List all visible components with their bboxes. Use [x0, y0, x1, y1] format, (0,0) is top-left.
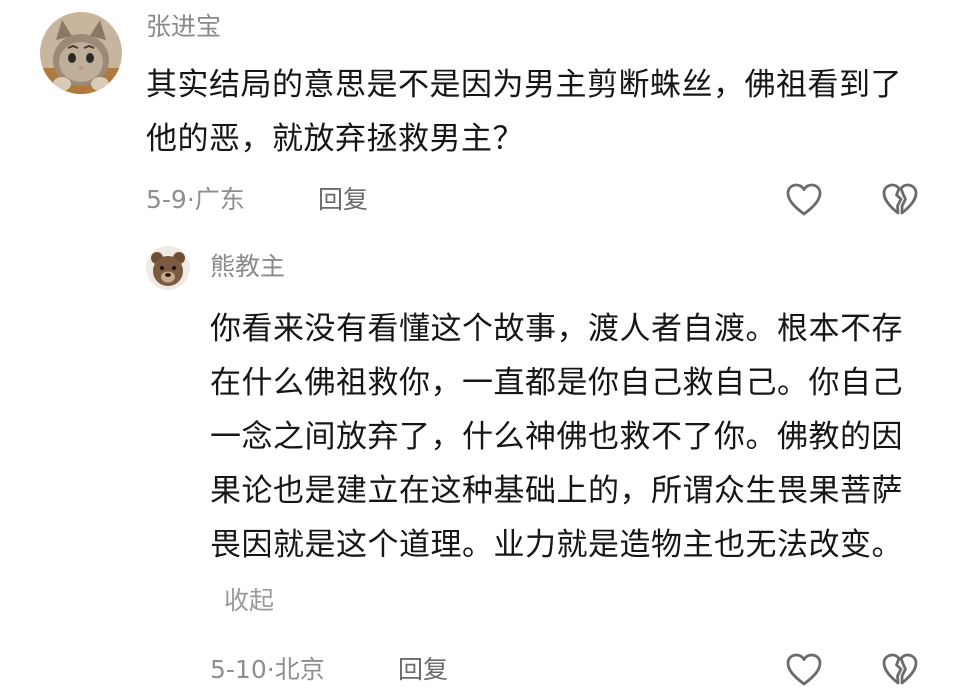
heart-outline-icon[interactable]: [784, 650, 824, 690]
broken-heart-icon[interactable]: [880, 650, 920, 690]
bear-avatar-icon[interactable]: [146, 246, 190, 290]
broken-heart-icon[interactable]: [880, 180, 920, 220]
reply-text: 你看来没有看懂这个故事，渡人者自渡。根本不存在什么佛祖救你，一直都是你自己救自己…: [210, 302, 910, 628]
reply-text-body: 你看来没有看懂这个故事，渡人者自渡。根本不存在什么佛祖救你，一直都是你自己救自己…: [210, 311, 903, 563]
comment-text-body: 其实结局的意思是不是因为男主剪断蛛丝，佛祖看到了他的恶，就放弃拯救男主？: [146, 67, 902, 157]
meta-separator: ·: [186, 185, 195, 214]
meta-separator: ·: [266, 655, 275, 684]
reply-location: 北京: [274, 655, 325, 684]
collapse-button[interactable]: 收起: [224, 586, 274, 615]
reply-button[interactable]: 回复: [318, 184, 368, 216]
comment-item: 张进宝 其实结局的意思是不是因为男主剪断蛛丝，佛祖看到了他的恶，就放弃拯救男主？…: [0, 0, 960, 230]
comment-meta: 5-9·广东: [146, 184, 245, 216]
heart-outline-icon[interactable]: [784, 180, 824, 220]
comment-location: 广东: [194, 185, 245, 214]
reply-date: 5-10: [210, 655, 267, 684]
reply-meta: 5-10·北京: [210, 654, 325, 686]
reply-username[interactable]: 熊教主: [210, 252, 285, 282]
comment-text: 其实结局的意思是不是因为男主剪断蛛丝，佛祖看到了他的恶，就放弃拯救男主？: [146, 58, 926, 166]
reply-item: 熊教主 你看来没有看懂这个故事，渡人者自渡。根本不存在什么佛祖救你，一直都是你自…: [0, 230, 960, 700]
cat-avatar-icon[interactable]: [40, 12, 122, 94]
reply-button[interactable]: 回复: [398, 654, 448, 686]
comment-username[interactable]: 张进宝: [146, 12, 221, 42]
comment-date: 5-9: [146, 185, 187, 214]
